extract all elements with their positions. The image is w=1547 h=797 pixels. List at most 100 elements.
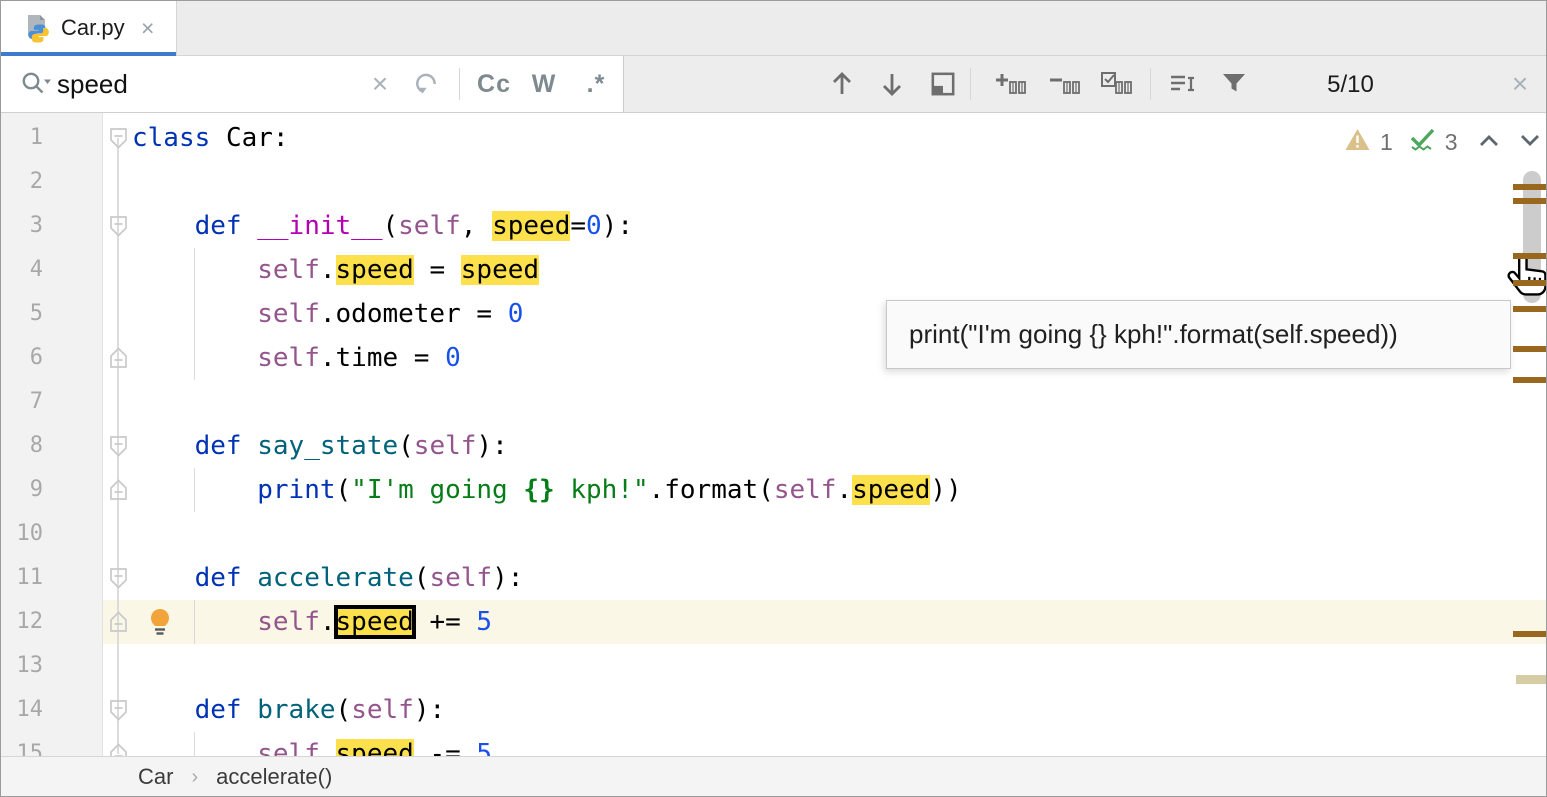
code-token: self (257, 255, 320, 285)
code-line[interactable]: self.speed -= 5 (132, 732, 492, 756)
chevron-right-icon: › (191, 766, 198, 789)
prev-match-icon[interactable] (822, 56, 862, 112)
line-number: 11 (1, 556, 43, 600)
code-token: ): (492, 563, 523, 593)
python-file-icon (22, 12, 54, 49)
search-match: speed (852, 475, 930, 505)
words-toggle[interactable]: W (523, 56, 565, 112)
select-all-occurrences-icon[interactable] (1092, 56, 1140, 112)
filter-icon[interactable] (1212, 56, 1256, 112)
search-input[interactable]: speed (57, 69, 128, 100)
warning-count: 1 (1380, 129, 1393, 156)
toolbar-separator (459, 68, 460, 100)
code-line[interactable]: self.time = 0 (132, 336, 461, 380)
code-line[interactable]: def brake(self): (132, 688, 445, 732)
code-line[interactable]: class Car: (132, 116, 289, 160)
fold-end-icon[interactable] (109, 347, 128, 374)
match-counter: 5/10 (1308, 71, 1393, 99)
search-match-mark[interactable] (1513, 184, 1546, 190)
next-match-icon[interactable] (872, 56, 912, 112)
editor[interactable]: 1 3 print("I'm going {} kph!".format(sel… (1, 113, 1546, 756)
fold-start-icon[interactable] (109, 435, 128, 462)
search-match-mark[interactable] (1513, 631, 1546, 637)
fold-end-icon[interactable] (109, 743, 128, 756)
code-token: self (774, 475, 837, 505)
code-token: ): (414, 695, 445, 725)
regex-toggle[interactable]: .* (575, 56, 617, 112)
toolbar-separator (1150, 68, 1151, 100)
code-token: def (195, 211, 242, 241)
tab-bar: Car.py × (1, 1, 1546, 56)
code-token: )) (930, 475, 961, 505)
line-number: 6 (1, 336, 43, 380)
weak-warning-mark[interactable] (1516, 675, 1546, 684)
tab-label: Car.py (61, 15, 125, 41)
code-token: __init__ (257, 211, 382, 241)
fold-start-icon[interactable] (109, 127, 128, 154)
code-token: 0 (508, 299, 524, 329)
clear-icon[interactable]: × (363, 56, 397, 112)
match-case-toggle[interactable]: Cc (471, 56, 517, 112)
tab-car-py[interactable]: Car.py × (1, 1, 177, 56)
line-number: 8 (1, 424, 43, 468)
line-number: 3 (1, 204, 43, 248)
search-match-mark[interactable] (1513, 253, 1546, 259)
code-token: ( (382, 211, 398, 241)
code-token: def (195, 431, 242, 461)
line-number: 12 (1, 600, 43, 644)
search-match-mark[interactable] (1513, 280, 1546, 286)
toolbar-separator (970, 68, 971, 100)
code-line[interactable]: def __init__(self, speed=0): (132, 204, 633, 248)
breadcrumb-item-method[interactable]: accelerate() (216, 764, 332, 790)
breadcrumb-item-class[interactable]: Car (138, 764, 173, 790)
code-token (210, 123, 226, 153)
indent-guide (194, 732, 195, 756)
code-token: . (320, 739, 336, 756)
inspections-widget[interactable]: 1 3 (1344, 125, 1542, 159)
code-line[interactable]: print("I'm going {} kph!".format(self.sp… (132, 468, 962, 512)
code-token: self (429, 563, 492, 593)
line-number: 1 (1, 116, 43, 160)
search-match-mark[interactable] (1513, 346, 1546, 352)
next-problem-icon[interactable] (1518, 132, 1542, 153)
multiline-search-icon[interactable] (1160, 56, 1204, 112)
code-line[interactable]: def accelerate(self): (132, 556, 523, 600)
line-number: 10 (1, 512, 43, 556)
line-number: 5 (1, 292, 43, 336)
open-in-find-window-icon[interactable] (922, 56, 964, 112)
code-token: accelerate (257, 563, 414, 593)
code-token: brake (257, 695, 335, 725)
indent-guide (194, 248, 195, 380)
search-icon[interactable] (13, 56, 57, 112)
ok-count: 3 (1445, 129, 1458, 156)
fold-end-icon[interactable] (109, 479, 128, 506)
search-match: speed (336, 607, 414, 637)
fold-end-icon[interactable] (109, 611, 128, 638)
code-token: Car (226, 123, 273, 153)
find-toolbar: speed × Cc W .* 5/10 (1, 56, 1546, 113)
scrollbar-preview-tooltip: print("I'm going {} kph!".format(self.sp… (886, 300, 1511, 369)
close-icon[interactable]: × (1502, 56, 1538, 112)
code-token: class (132, 123, 210, 153)
remove-occurrence-icon[interactable] (1040, 56, 1088, 112)
search-match-mark[interactable] (1513, 377, 1546, 383)
fold-start-icon[interactable] (109, 567, 128, 594)
add-occurrence-icon[interactable] (986, 56, 1034, 112)
code-line[interactable]: self.odometer = 0 (132, 292, 523, 336)
line-number: 9 (1, 468, 43, 512)
code-line[interactable]: def say_state(self): (132, 424, 508, 468)
prev-problem-icon[interactable] (1477, 132, 1501, 153)
code-token: 5 (476, 607, 492, 637)
fold-start-icon[interactable] (109, 215, 128, 242)
search-match-mark[interactable] (1513, 306, 1546, 312)
search-match: speed (492, 211, 570, 241)
code-token: ( (336, 475, 352, 505)
search-match-mark[interactable] (1513, 198, 1546, 204)
code-token: {} (523, 475, 554, 505)
code-token (242, 211, 258, 241)
tab-close-icon[interactable]: × (141, 16, 154, 40)
fold-start-icon[interactable] (109, 699, 128, 726)
search-history-icon[interactable] (407, 56, 447, 112)
code-token: , (461, 211, 492, 241)
code-line[interactable]: self.speed += 5 (132, 600, 492, 644)
